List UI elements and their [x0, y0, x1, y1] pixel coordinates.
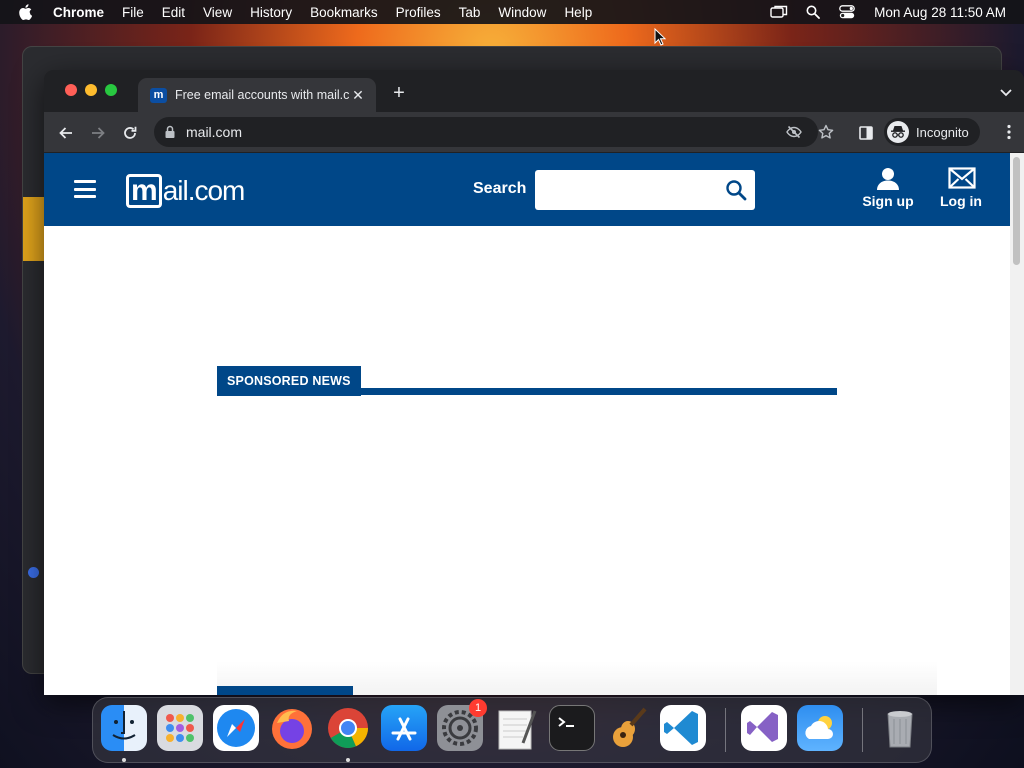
garageband-icon[interactable]: [605, 705, 651, 751]
address-bar[interactable]: mail.com: [154, 117, 834, 147]
menu-help[interactable]: Help: [555, 5, 601, 20]
zoom-window-button[interactable]: [105, 84, 117, 96]
mouse-cursor-icon: [654, 28, 666, 46]
browser-toolbar: mail.com Incognito: [44, 112, 1024, 152]
incognito-label: Incognito: [916, 124, 969, 140]
close-window-button[interactable]: [65, 84, 77, 96]
side-panel-icon[interactable]: [855, 122, 877, 144]
tab-mail-com[interactable]: m Free email accounts with mail.com ✕: [138, 78, 376, 112]
chrome-icon[interactable]: [325, 705, 371, 751]
menu-clock[interactable]: Mon Aug 28 11:50 AM: [874, 5, 1006, 20]
minimize-window-button[interactable]: [85, 84, 97, 96]
system-settings-icon[interactable]: 1: [437, 699, 487, 751]
finder-icon[interactable]: [101, 705, 147, 751]
menu-app-name[interactable]: Chrome: [46, 5, 113, 20]
dock-separator-trash: [862, 708, 863, 752]
app-store-icon[interactable]: [381, 705, 427, 751]
terminal-icon[interactable]: [549, 705, 595, 751]
menu-history[interactable]: History: [241, 5, 301, 20]
tab-title: Free email accounts with mail.com: [175, 88, 349, 102]
user-icon: [875, 167, 901, 191]
sign-up-button[interactable]: Sign up: [862, 167, 914, 209]
safari-icon[interactable]: [213, 705, 259, 751]
new-tab-icon[interactable]: +: [388, 82, 410, 104]
sponsored-news-label: SPONSORED NEWS: [217, 366, 361, 396]
dock-separator: [725, 708, 726, 752]
mail-com-logo[interactable]: m ail.com: [126, 173, 246, 209]
vscode-icon[interactable]: [660, 705, 706, 751]
search-icon[interactable]: [725, 179, 747, 201]
menu-tab[interactable]: Tab: [450, 5, 490, 20]
menu-profiles[interactable]: Profiles: [387, 5, 450, 20]
spotlight-search-icon[interactable]: [803, 4, 823, 20]
background-window-strip: [23, 197, 45, 261]
textedit-icon[interactable]: [493, 705, 539, 751]
incognito-icon: [887, 121, 909, 143]
web-page: m ail.com Search Sign up Log in SPONSORE…: [44, 153, 1010, 695]
menu-file[interactable]: File: [113, 5, 153, 20]
launchpad-icon[interactable]: [157, 705, 203, 751]
menu-window[interactable]: Window: [489, 5, 555, 20]
screen-mirroring-icon[interactable]: [769, 4, 789, 20]
reload-icon[interactable]: [119, 122, 141, 144]
tab-close-icon[interactable]: ✕: [349, 87, 367, 104]
apple-icon[interactable]: [18, 4, 36, 20]
firefox-icon[interactable]: [269, 705, 315, 751]
menu-edit[interactable]: Edit: [153, 5, 194, 20]
lock-icon[interactable]: [164, 125, 178, 139]
sponsored-news-header: SPONSORED NEWS: [217, 366, 837, 396]
bookmark-star-icon[interactable]: [818, 124, 834, 140]
finder-running-indicator: [122, 758, 126, 762]
tab-search-chevron-icon[interactable]: [998, 84, 1014, 100]
next-section-header-block: [217, 686, 353, 695]
search-label: Search: [473, 180, 527, 197]
chrome-running-indicator: [346, 758, 350, 762]
background-window-dot: [28, 567, 39, 578]
tab-strip: m Free email accounts with mail.com ✕ +: [44, 70, 1024, 112]
chrome-menu-kebab-icon[interactable]: [1006, 124, 1012, 140]
logo-text: ail.com: [162, 175, 246, 206]
log-in-label: Log in: [940, 193, 982, 209]
mail-com-favicon-icon: m: [150, 87, 167, 103]
forward-arrow-icon[interactable]: [87, 122, 109, 144]
search-box[interactable]: [535, 170, 755, 210]
eye-slash-icon[interactable]: [786, 124, 802, 140]
envelope-icon: [948, 167, 976, 191]
control-center-icon[interactable]: [837, 4, 857, 20]
search-input[interactable]: [543, 176, 713, 204]
menu-bookmarks[interactable]: Bookmarks: [301, 5, 387, 20]
system-settings-badge: 1: [469, 699, 487, 717]
hamburger-menu-icon[interactable]: [74, 180, 96, 198]
back-arrow-icon[interactable]: [55, 122, 77, 144]
logo-mark: m: [126, 174, 162, 208]
site-header: m ail.com Search Sign up Log in: [44, 153, 1010, 226]
sign-up-label: Sign up: [862, 193, 914, 209]
page-scrollbar[interactable]: [1010, 153, 1024, 695]
menu-view[interactable]: View: [194, 5, 241, 20]
scrollbar-thumb[interactable]: [1013, 157, 1020, 265]
incognito-profile-button[interactable]: Incognito: [884, 118, 980, 146]
chrome-window: m Free email accounts with mail.com ✕ + …: [44, 70, 1024, 695]
log-in-button[interactable]: Log in: [938, 167, 984, 209]
trash-icon[interactable]: [877, 705, 923, 751]
menu-bar: Chrome File Edit View History Bookmarks …: [0, 0, 1024, 24]
url-text[interactable]: mail.com: [186, 124, 242, 140]
dock: 1: [92, 697, 932, 763]
weather-icon[interactable]: [797, 705, 843, 751]
visual-studio-icon[interactable]: [741, 705, 787, 751]
